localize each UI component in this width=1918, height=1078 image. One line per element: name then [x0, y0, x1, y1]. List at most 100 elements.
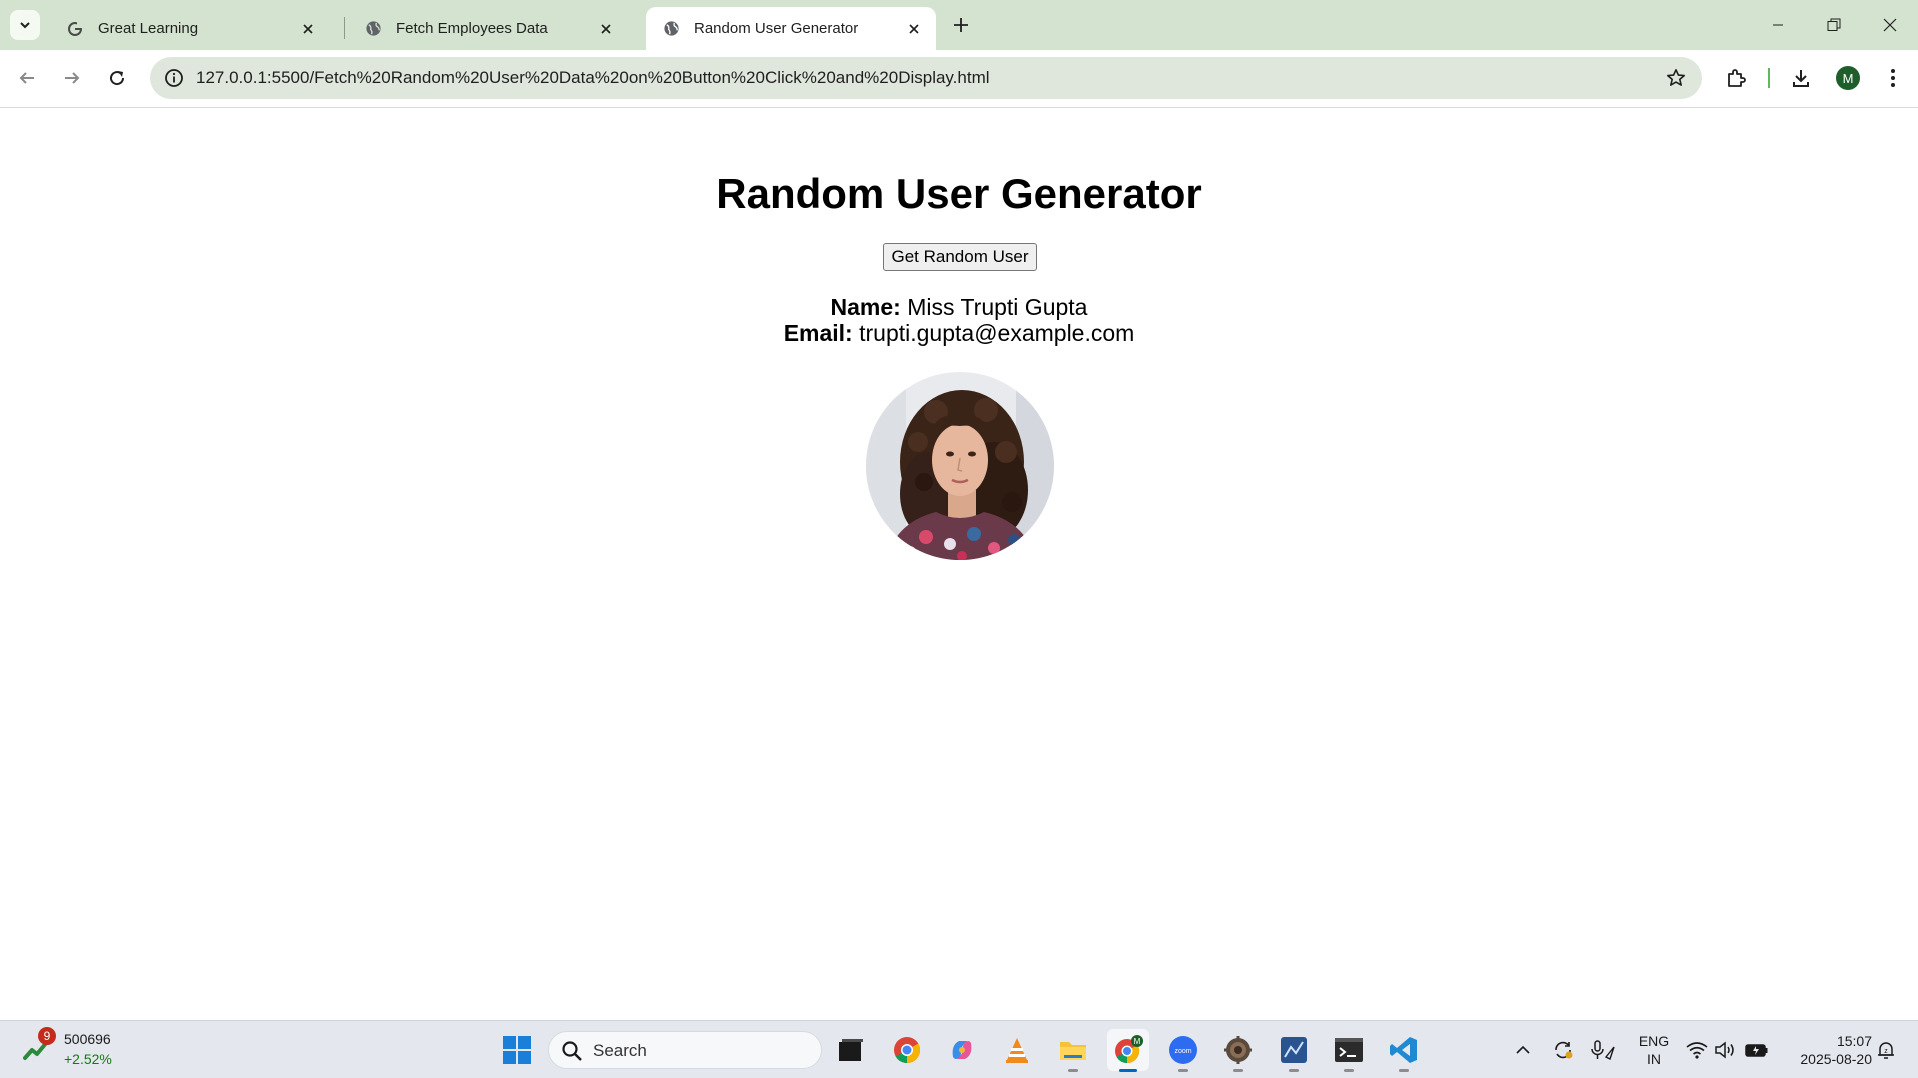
forward-button[interactable]: [54, 60, 90, 96]
globe-icon: [662, 20, 680, 38]
region-code: IN: [1647, 1051, 1661, 1067]
minimize-button[interactable]: [1750, 0, 1806, 50]
running-indicator: [1068, 1069, 1078, 1072]
language-code: ENG: [1638, 1033, 1670, 1049]
app-icon: [1224, 1036, 1252, 1064]
running-indicator: [1289, 1069, 1299, 1072]
search-label: Search: [593, 1041, 647, 1060]
browser-toolbar: 127.0.0.1:5500/Fetch%20Random%20User%20D…: [0, 50, 1918, 108]
zoom-icon: zoom: [1169, 1036, 1197, 1064]
stock-value: 500696: [64, 1031, 111, 1047]
plus-icon: [954, 18, 968, 32]
running-indicator: [1119, 1069, 1137, 1072]
url-text[interactable]: 127.0.0.1:5500/Fetch%20Random%20User%20D…: [196, 57, 990, 99]
taskbar-app-copilot[interactable]: [941, 1029, 983, 1071]
tab-great-learning[interactable]: Great Learning: [50, 7, 330, 50]
name-label: Name:: [830, 294, 901, 320]
battery-icon[interactable]: [1744, 1037, 1770, 1063]
running-indicator: [1399, 1069, 1409, 1072]
taskbar-app-chrome-profile[interactable]: M: [1107, 1029, 1149, 1072]
svg-text:z: z: [1884, 1048, 1888, 1055]
stock-widget[interactable]: 9 500696 +2.52%: [22, 1027, 112, 1069]
svg-text:zoom: zoom: [1174, 1048, 1191, 1055]
taskbar-app-chrome[interactable]: [886, 1029, 928, 1071]
running-indicator: [1344, 1069, 1354, 1072]
profile-avatar[interactable]: M: [1836, 66, 1860, 90]
windows-icon: [503, 1036, 531, 1064]
close-icon[interactable]: [904, 19, 924, 39]
reload-button[interactable]: [99, 60, 135, 96]
page-content: Random User Generator Get Random User Na…: [0, 108, 1918, 1020]
chrome-icon: [894, 1037, 921, 1064]
user-name-line: Name: Miss Trupti Gupta: [0, 294, 1918, 321]
tab-title: Random User Generator: [694, 20, 859, 37]
download-icon[interactable]: [1784, 61, 1818, 95]
close-window-button[interactable]: [1862, 0, 1918, 50]
folder-icon: [1060, 1042, 1086, 1060]
close-icon[interactable]: [596, 19, 616, 39]
taskbar-app-vlc[interactable]: [996, 1029, 1038, 1071]
toolbar-divider: [1768, 68, 1770, 88]
tab-search-button[interactable]: [10, 10, 40, 40]
stock-change: +2.52%: [64, 1051, 112, 1067]
show-hidden-icons[interactable]: [1510, 1037, 1536, 1063]
get-random-user-button[interactable]: Get Random User: [883, 243, 1037, 271]
sync-icon[interactable]: [1550, 1037, 1576, 1063]
chevron-up-icon: [1516, 1045, 1530, 1054]
tab-strip: Great Learning Fetch Employees Data Rand…: [0, 0, 1918, 50]
clock-date: 2025-08-20: [1800, 1051, 1872, 1067]
running-indicator: [1178, 1069, 1188, 1072]
user-email-line: Email: trupti.gupta@example.com: [0, 320, 1918, 347]
vscode-icon: [1390, 1037, 1417, 1063]
minimize-icon: [1773, 24, 1783, 26]
globe-icon: [364, 20, 382, 38]
notification-badge: 9: [38, 1027, 56, 1045]
bookmark-star-icon[interactable]: [1662, 64, 1690, 92]
restore-icon: [1827, 18, 1841, 31]
taskbar-app-vscode[interactable]: [1383, 1029, 1425, 1072]
taskbar-app-file-explorer[interactable]: [1052, 1029, 1094, 1072]
microphone-location-icon[interactable]: [1590, 1037, 1616, 1063]
arrow-right-icon: [65, 72, 80, 84]
chart-app-icon: [1281, 1037, 1307, 1063]
wifi-icon[interactable]: [1684, 1037, 1710, 1063]
taskbar-app-terminal[interactable]: [1328, 1029, 1370, 1072]
user-email: trupti.gupta@example.com: [859, 320, 1135, 346]
taskbar-search[interactable]: Search: [548, 1031, 822, 1069]
tab-random-user-generator[interactable]: Random User Generator: [646, 7, 936, 50]
restore-button[interactable]: [1806, 0, 1862, 50]
back-button[interactable]: [9, 60, 45, 96]
vlc-icon: [1006, 1038, 1028, 1063]
tab-title: Fetch Employees Data: [396, 20, 548, 37]
tab-title: Great Learning: [98, 20, 199, 37]
volume-icon[interactable]: [1712, 1037, 1738, 1063]
clock-time: 15:07: [1836, 1033, 1872, 1049]
start-button[interactable]: [496, 1029, 538, 1071]
user-photo: [866, 372, 1054, 560]
tab-fetch-employees[interactable]: Fetch Employees Data: [348, 7, 628, 50]
taskbar-app-zoom[interactable]: zoom: [1162, 1029, 1204, 1072]
chevron-down-icon: [20, 22, 30, 29]
taskbar-app-task-view[interactable]: [830, 1029, 872, 1071]
google-g-icon: [66, 20, 84, 38]
user-name: Miss Trupti Gupta: [907, 294, 1088, 320]
search-icon: [562, 1041, 582, 1061]
svg-text:M: M: [1134, 1037, 1141, 1046]
new-tab-button[interactable]: [946, 10, 976, 40]
site-info-icon[interactable]: [160, 64, 188, 92]
reload-icon: [110, 71, 125, 86]
language-indicator[interactable]: ENG IN: [1636, 1032, 1672, 1068]
copilot-icon: [952, 1041, 972, 1059]
close-icon[interactable]: [298, 19, 318, 39]
system-clock[interactable]: 15:07 2025-08-20: [1780, 1032, 1872, 1068]
extensions-icon[interactable]: [1719, 61, 1753, 95]
email-label: Email:: [783, 320, 853, 346]
notification-icon[interactable]: z: [1873, 1037, 1899, 1063]
task-view-icon: [839, 1039, 863, 1061]
taskbar-app-chart[interactable]: [1273, 1029, 1315, 1072]
taskbar-app-generic[interactable]: [1217, 1029, 1259, 1072]
address-bar[interactable]: 127.0.0.1:5500/Fetch%20Random%20User%20D…: [150, 57, 1702, 99]
more-menu-icon[interactable]: [1876, 61, 1910, 95]
arrow-left-icon: [19, 72, 34, 84]
running-indicator: [1233, 1069, 1243, 1072]
